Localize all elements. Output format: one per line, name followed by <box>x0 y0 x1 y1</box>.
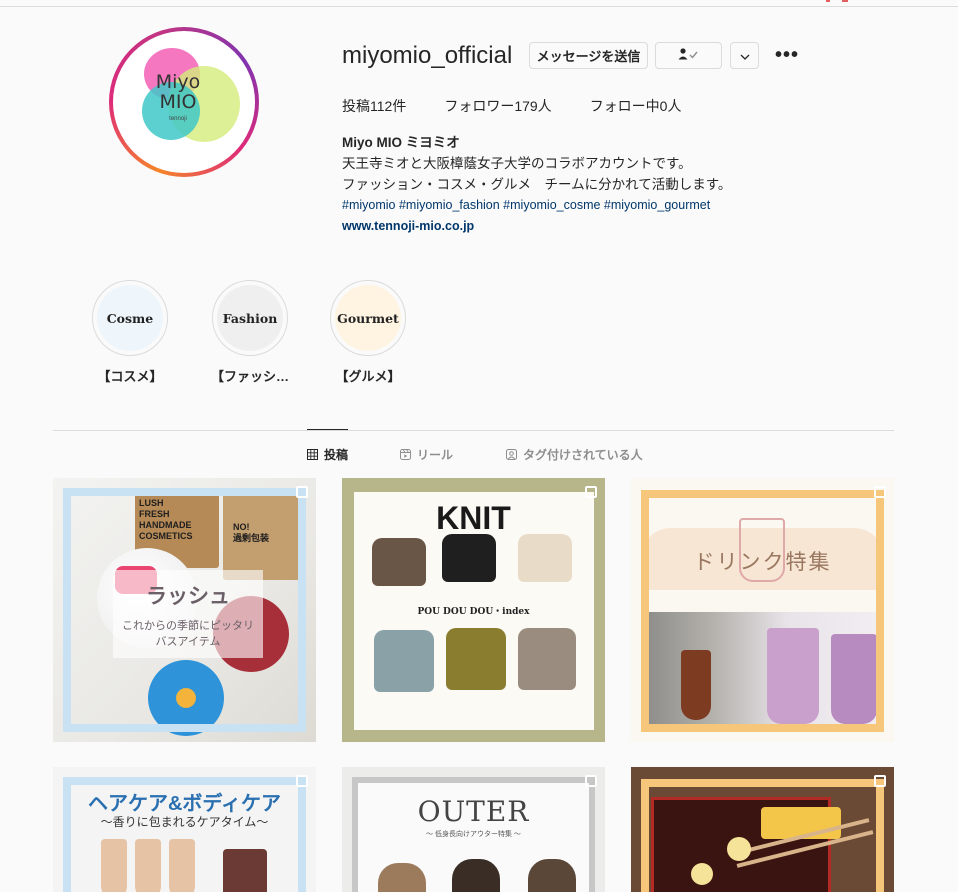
tagged-icon <box>506 449 517 460</box>
avatar-line1: Miyo <box>155 71 201 93</box>
bio-name: Miyo MIO ミヨミオ <box>342 135 460 150</box>
highlight-cosme[interactable]: Cosme 【コスメ】 <box>70 280 190 385</box>
post-thumbnail[interactable]: LUSH FRESH HANDMADE COSMETICS NO! 過剰包装 ラ… <box>53 478 316 742</box>
post-image-element <box>442 534 496 582</box>
posts-count: 投稿112件 <box>342 98 407 114</box>
followers-count[interactable]: フォロワー179人 <box>444 96 551 116</box>
bio-hashtags[interactable]: #miyomio #miyomio_fashion #miyomio_cosme… <box>342 195 842 216</box>
grid-icon <box>307 449 318 460</box>
ellipsis-icon[interactable]: ••• <box>775 44 799 67</box>
post-frame <box>352 777 595 892</box>
post-frame <box>63 488 306 732</box>
post-thumbnail[interactable] <box>631 767 894 892</box>
top-accent-mark <box>842 0 848 2</box>
highlight-cover-text: Cosme <box>106 310 154 326</box>
highlight-gourmet[interactable]: Gourmet 【グルメ】 <box>308 280 428 385</box>
carousel-icon <box>585 775 597 787</box>
bio-line: 天王寺ミオと大阪樟蔭女子大学のコラボアカウントです。 <box>342 156 692 171</box>
active-tab-indicator <box>307 429 348 430</box>
post-title: KNIT <box>436 500 511 536</box>
highlight-label: 【ファッシ… <box>210 369 289 384</box>
carousel-icon <box>585 486 597 498</box>
tab-label: 投稿 <box>324 448 349 462</box>
post-image-element <box>374 630 434 692</box>
highlight-cover-text: Gourmet <box>337 310 399 326</box>
tab-label: タグ付けされている人 <box>523 448 643 462</box>
post-image-element <box>372 538 426 586</box>
post-thumbnail[interactable]: ヘアケア&ボディケア 〜香りに包まれるケアタイム〜 <box>53 767 316 892</box>
bio-line: ファッション・コスメ・グルメ チームに分かれて活動します。 <box>342 177 732 192</box>
avatar-image: Miyo MIO tennoji <box>118 36 250 168</box>
avatar-logo-text: Miyo MIO <box>126 72 230 112</box>
highlight-cover: Cosme <box>97 285 163 351</box>
highlight-fashion[interactable]: Fashion 【ファッシ… <box>190 280 310 385</box>
suggested-accounts-button[interactable] <box>730 42 759 69</box>
top-divider <box>0 6 958 7</box>
carousel-icon <box>874 775 886 787</box>
highlight-cover: Fashion <box>217 285 283 351</box>
highlight-cover-ring: Cosme <box>92 280 168 356</box>
post-frame <box>63 777 306 892</box>
post-thumbnail[interactable]: OUTER 〜 低身長向けアウター特集 〜 <box>342 767 605 892</box>
tabs-divider <box>53 430 894 431</box>
highlight-label: 【グルメ】 <box>335 369 401 384</box>
post-frame <box>641 490 884 732</box>
post-image-element <box>446 628 506 690</box>
post-frame <box>641 779 884 892</box>
carousel-icon <box>296 775 308 787</box>
profile-avatar[interactable]: Miyo MIO tennoji <box>109 27 259 177</box>
following-count[interactable]: フォロー中0人 <box>590 96 682 116</box>
message-button[interactable]: メッセージを送信 <box>529 42 648 69</box>
avatar-line2: MIO <box>159 91 197 113</box>
highlight-label: 【コスメ】 <box>97 369 163 384</box>
tab-label: リール <box>417 448 454 462</box>
highlight-cover: Gourmet <box>335 285 401 351</box>
post-thumbnail[interactable]: ドリンク特集 <box>631 478 894 742</box>
reels-icon <box>400 449 411 460</box>
profile-username: miyomio_official <box>342 42 513 69</box>
post-thumbnail[interactable]: KNIT POU DOU DOU・index <box>342 478 605 742</box>
tab-reels[interactable]: リール <box>400 446 453 463</box>
post-subtitle: POU DOU DOU・index <box>417 607 530 617</box>
following-button[interactable] <box>655 42 722 69</box>
avatar-inner: Miyo MIO tennoji <box>113 31 255 173</box>
carousel-icon <box>296 486 308 498</box>
highlight-cover-ring: Gourmet <box>330 280 406 356</box>
highlight-cover-text: Fashion <box>222 310 278 326</box>
chevron-down-icon <box>740 48 750 63</box>
tab-tagged[interactable]: タグ付けされている人 <box>506 446 643 463</box>
post-image-element <box>518 628 576 690</box>
highlight-cover-ring: Fashion <box>212 280 288 356</box>
post-image-element <box>518 534 572 582</box>
avatar-sub: tennoji <box>169 116 187 122</box>
profile-stats: 投稿112件 フォロワー179人 フォロー中0人 <box>342 96 719 116</box>
person-check-icon <box>678 48 700 63</box>
top-accent-mark <box>826 0 830 2</box>
profile-bio: Miyo MIO ミヨミオ 天王寺ミオと大阪樟蔭女子大学のコラボアカウントです。… <box>342 132 842 237</box>
bio-website-link[interactable]: www.tennoji-mio.co.jp <box>342 216 842 237</box>
tab-posts[interactable]: 投稿 <box>307 446 348 463</box>
carousel-icon <box>874 486 886 498</box>
